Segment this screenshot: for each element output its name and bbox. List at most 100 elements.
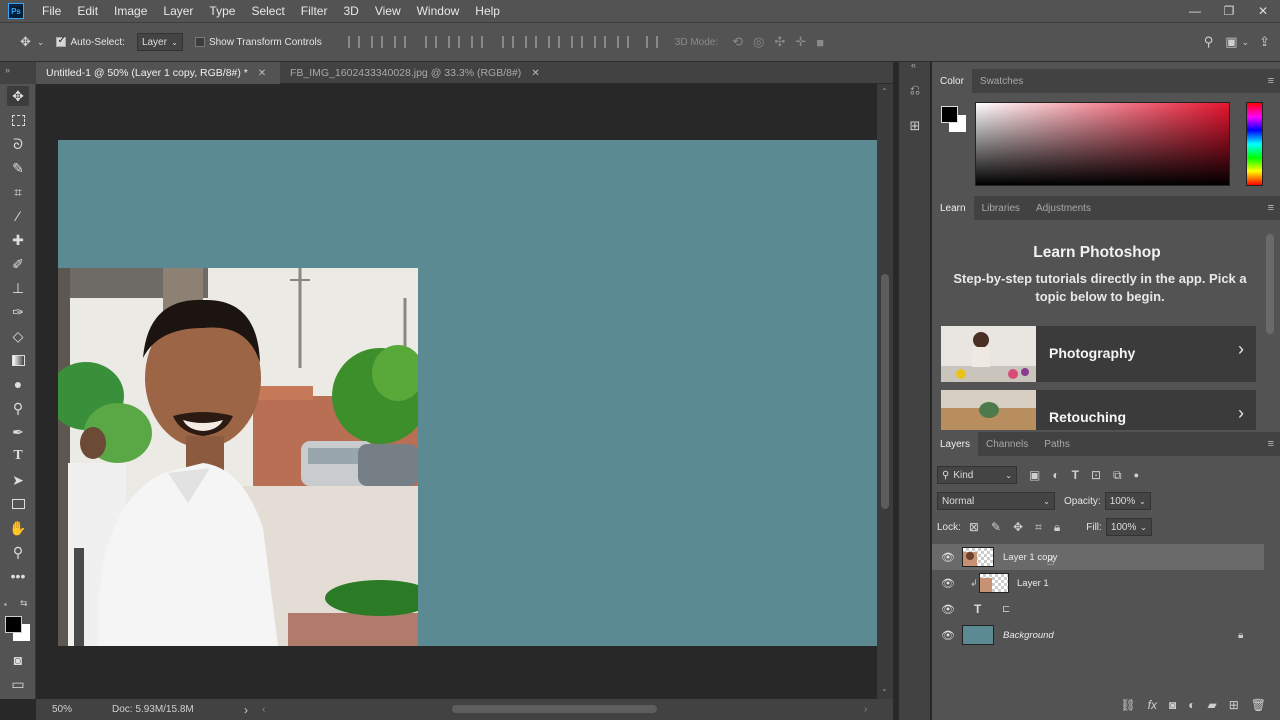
layer-row-type[interactable]: 👁︎ T ⊏	[932, 596, 1264, 622]
color-picker-field[interactable]	[975, 102, 1230, 186]
vertical-scroll-thumb[interactable]	[881, 274, 889, 509]
swap-colors-icon[interactable]: ⇆	[20, 598, 28, 609]
tool-preset-chevron-icon[interactable]: ⌄	[37, 37, 45, 48]
link-layers-icon[interactable]: ⛓	[1120, 698, 1135, 712]
tab-learn[interactable]: Learn	[932, 196, 974, 220]
new-layer-icon[interactable]: ⊞	[1229, 698, 1239, 712]
new-group-icon[interactable]: ▰	[1207, 698, 1216, 712]
gradient-tool-icon[interactable]	[7, 350, 29, 370]
pixel-filter-icon[interactable]: ▣	[1029, 468, 1040, 482]
lock-pixels-icon[interactable]: ✎	[991, 520, 1001, 534]
document-canvas[interactable]	[58, 140, 877, 646]
eye-icon[interactable]: 👁︎	[941, 629, 955, 642]
blur-tool-icon[interactable]: ●	[7, 374, 29, 394]
expand-dock-icon[interactable]: «	[911, 60, 916, 70]
tab-layers[interactable]: Layers	[932, 432, 979, 456]
eye-icon[interactable]: 👁︎	[941, 603, 955, 616]
3d-pan-icon[interactable]: ✣	[774, 34, 785, 50]
healing-brush-tool-icon[interactable]: ✚	[7, 230, 29, 250]
distribute-bottom-icon[interactable]	[547, 36, 560, 48]
layer-row-layer-1[interactable]: 👁︎ ↲ Layer 1	[932, 570, 1264, 596]
auto-align-icon[interactable]	[645, 36, 658, 48]
learn-card-photography[interactable]: Photography ›	[941, 326, 1256, 382]
3d-scale-icon[interactable]: ■	[816, 35, 824, 50]
properties-panel-icon[interactable]: ⊞	[906, 118, 924, 136]
tab-untitled-1[interactable]: Untitled-1 @ 50% (Layer 1 copy, RGB/8#) …	[36, 62, 280, 84]
lock-transparency-icon[interactable]: ⊠	[969, 520, 979, 534]
distribute-right-icon[interactable]	[616, 36, 629, 48]
layer-1-copy-photo[interactable]	[58, 268, 418, 646]
menu-image[interactable]: Image	[114, 4, 147, 18]
scroll-right-icon[interactable]: ›	[864, 704, 867, 715]
lock-position-icon[interactable]: ✥	[1013, 520, 1023, 534]
lasso-tool-icon[interactable]: ᘐ	[7, 134, 29, 154]
menu-help[interactable]: Help	[475, 4, 500, 18]
canvas-area[interactable]	[36, 84, 877, 699]
eraser-tool-icon[interactable]: ◇	[7, 326, 29, 346]
menu-select[interactable]: Select	[251, 4, 284, 18]
horizontal-scroll-thumb[interactable]	[452, 705, 657, 713]
menu-layer[interactable]: Layer	[163, 4, 193, 18]
adjustment-filter-icon[interactable]: ◐	[1052, 468, 1059, 482]
type-tool-icon[interactable]: T	[7, 446, 29, 466]
lock-all-icon[interactable]: 🔒︎	[1054, 520, 1060, 535]
tab-color[interactable]: Color	[932, 69, 972, 93]
menu-filter[interactable]: Filter	[301, 4, 328, 18]
menu-3d[interactable]: 3D	[343, 4, 358, 18]
scroll-up-icon[interactable]: ⌃	[881, 87, 888, 96]
eye-icon[interactable]: 👁︎	[941, 551, 955, 564]
quick-mask-icon[interactable]: ◙	[7, 650, 29, 670]
panel-menu-icon[interactable]: ≡	[1268, 75, 1274, 87]
history-panel-icon[interactable]: ⎌	[906, 82, 924, 100]
move-tool-icon[interactable]: ✥	[20, 34, 31, 50]
more-tools-icon[interactable]: •••	[7, 566, 29, 586]
tab-paths[interactable]: Paths	[1036, 432, 1078, 456]
learn-card-retouching[interactable]: Retouching ›	[941, 390, 1256, 430]
workspace-icon[interactable]: ▣	[1225, 34, 1237, 50]
restore-button[interactable]: ❐	[1212, 4, 1246, 18]
align-center-icon[interactable]	[447, 36, 460, 48]
foreground-color-swatch[interactable]	[5, 616, 22, 633]
distribute-top-icon[interactable]	[501, 36, 514, 48]
layer-row-layer-1-copy[interactable]: 👁︎ Layer 1 copy ☝	[932, 544, 1264, 570]
align-right-icon[interactable]	[470, 36, 483, 48]
zoom-tool-icon[interactable]: ⚲	[7, 542, 29, 562]
history-brush-tool-icon[interactable]: ✑	[7, 302, 29, 322]
opacity-input[interactable]: 100% ⌄	[1104, 492, 1151, 510]
menu-edit[interactable]: Edit	[77, 4, 98, 18]
hand-tool-icon[interactable]: ✋	[7, 518, 29, 538]
workspace-chevron-icon[interactable]: ⌄	[1242, 37, 1250, 48]
filter-toggle-icon[interactable]: ●	[1134, 470, 1139, 480]
close-button[interactable]: ✕	[1246, 4, 1280, 18]
foreground-color-chip[interactable]	[941, 106, 958, 123]
close-icon[interactable]: ✕	[531, 68, 539, 79]
search-icon[interactable]: ⚲	[1204, 34, 1214, 50]
menu-file[interactable]: File	[42, 4, 61, 18]
align-left-icon[interactable]	[424, 36, 437, 48]
adjustment-layer-icon[interactable]: ◐	[1188, 698, 1195, 712]
vertical-scrollbar[interactable]: ⌃ ⌄	[877, 84, 893, 699]
shape-filter-icon[interactable]: ⊡	[1091, 468, 1101, 482]
layer-name[interactable]: Background	[1003, 630, 1054, 641]
3d-roll-icon[interactable]: ◎	[753, 34, 764, 50]
zoom-level[interactable]: 50%	[52, 704, 72, 715]
distribute-center-icon[interactable]	[593, 36, 606, 48]
align-bottom-icon[interactable]	[393, 36, 406, 48]
3d-slide-icon[interactable]: ✛	[795, 34, 806, 50]
menu-window[interactable]: Window	[417, 4, 460, 18]
distribute-left-icon[interactable]	[570, 36, 583, 48]
fill-input[interactable]: 100% ⌄	[1105, 518, 1152, 536]
minimize-button[interactable]: —	[1178, 4, 1212, 18]
transform-controls-checkbox[interactable]	[194, 37, 205, 47]
3d-orbit-icon[interactable]: ⟲	[732, 34, 743, 50]
close-icon[interactable]: ✕	[258, 68, 266, 79]
crop-tool-icon[interactable]: ⌗	[7, 182, 29, 202]
layer-style-icon[interactable]: fx	[1148, 698, 1157, 712]
panel-menu-icon[interactable]: ≡	[1268, 438, 1274, 450]
align-middle-icon[interactable]	[370, 36, 383, 48]
layer-row-background[interactable]: 👁︎ Background 🔒︎	[932, 622, 1264, 648]
auto-select-checkbox[interactable]	[56, 35, 67, 47]
menu-type[interactable]: Type	[209, 4, 235, 18]
quick-selection-tool-icon[interactable]: ✎	[7, 158, 29, 178]
hue-slider[interactable]	[1246, 102, 1263, 186]
